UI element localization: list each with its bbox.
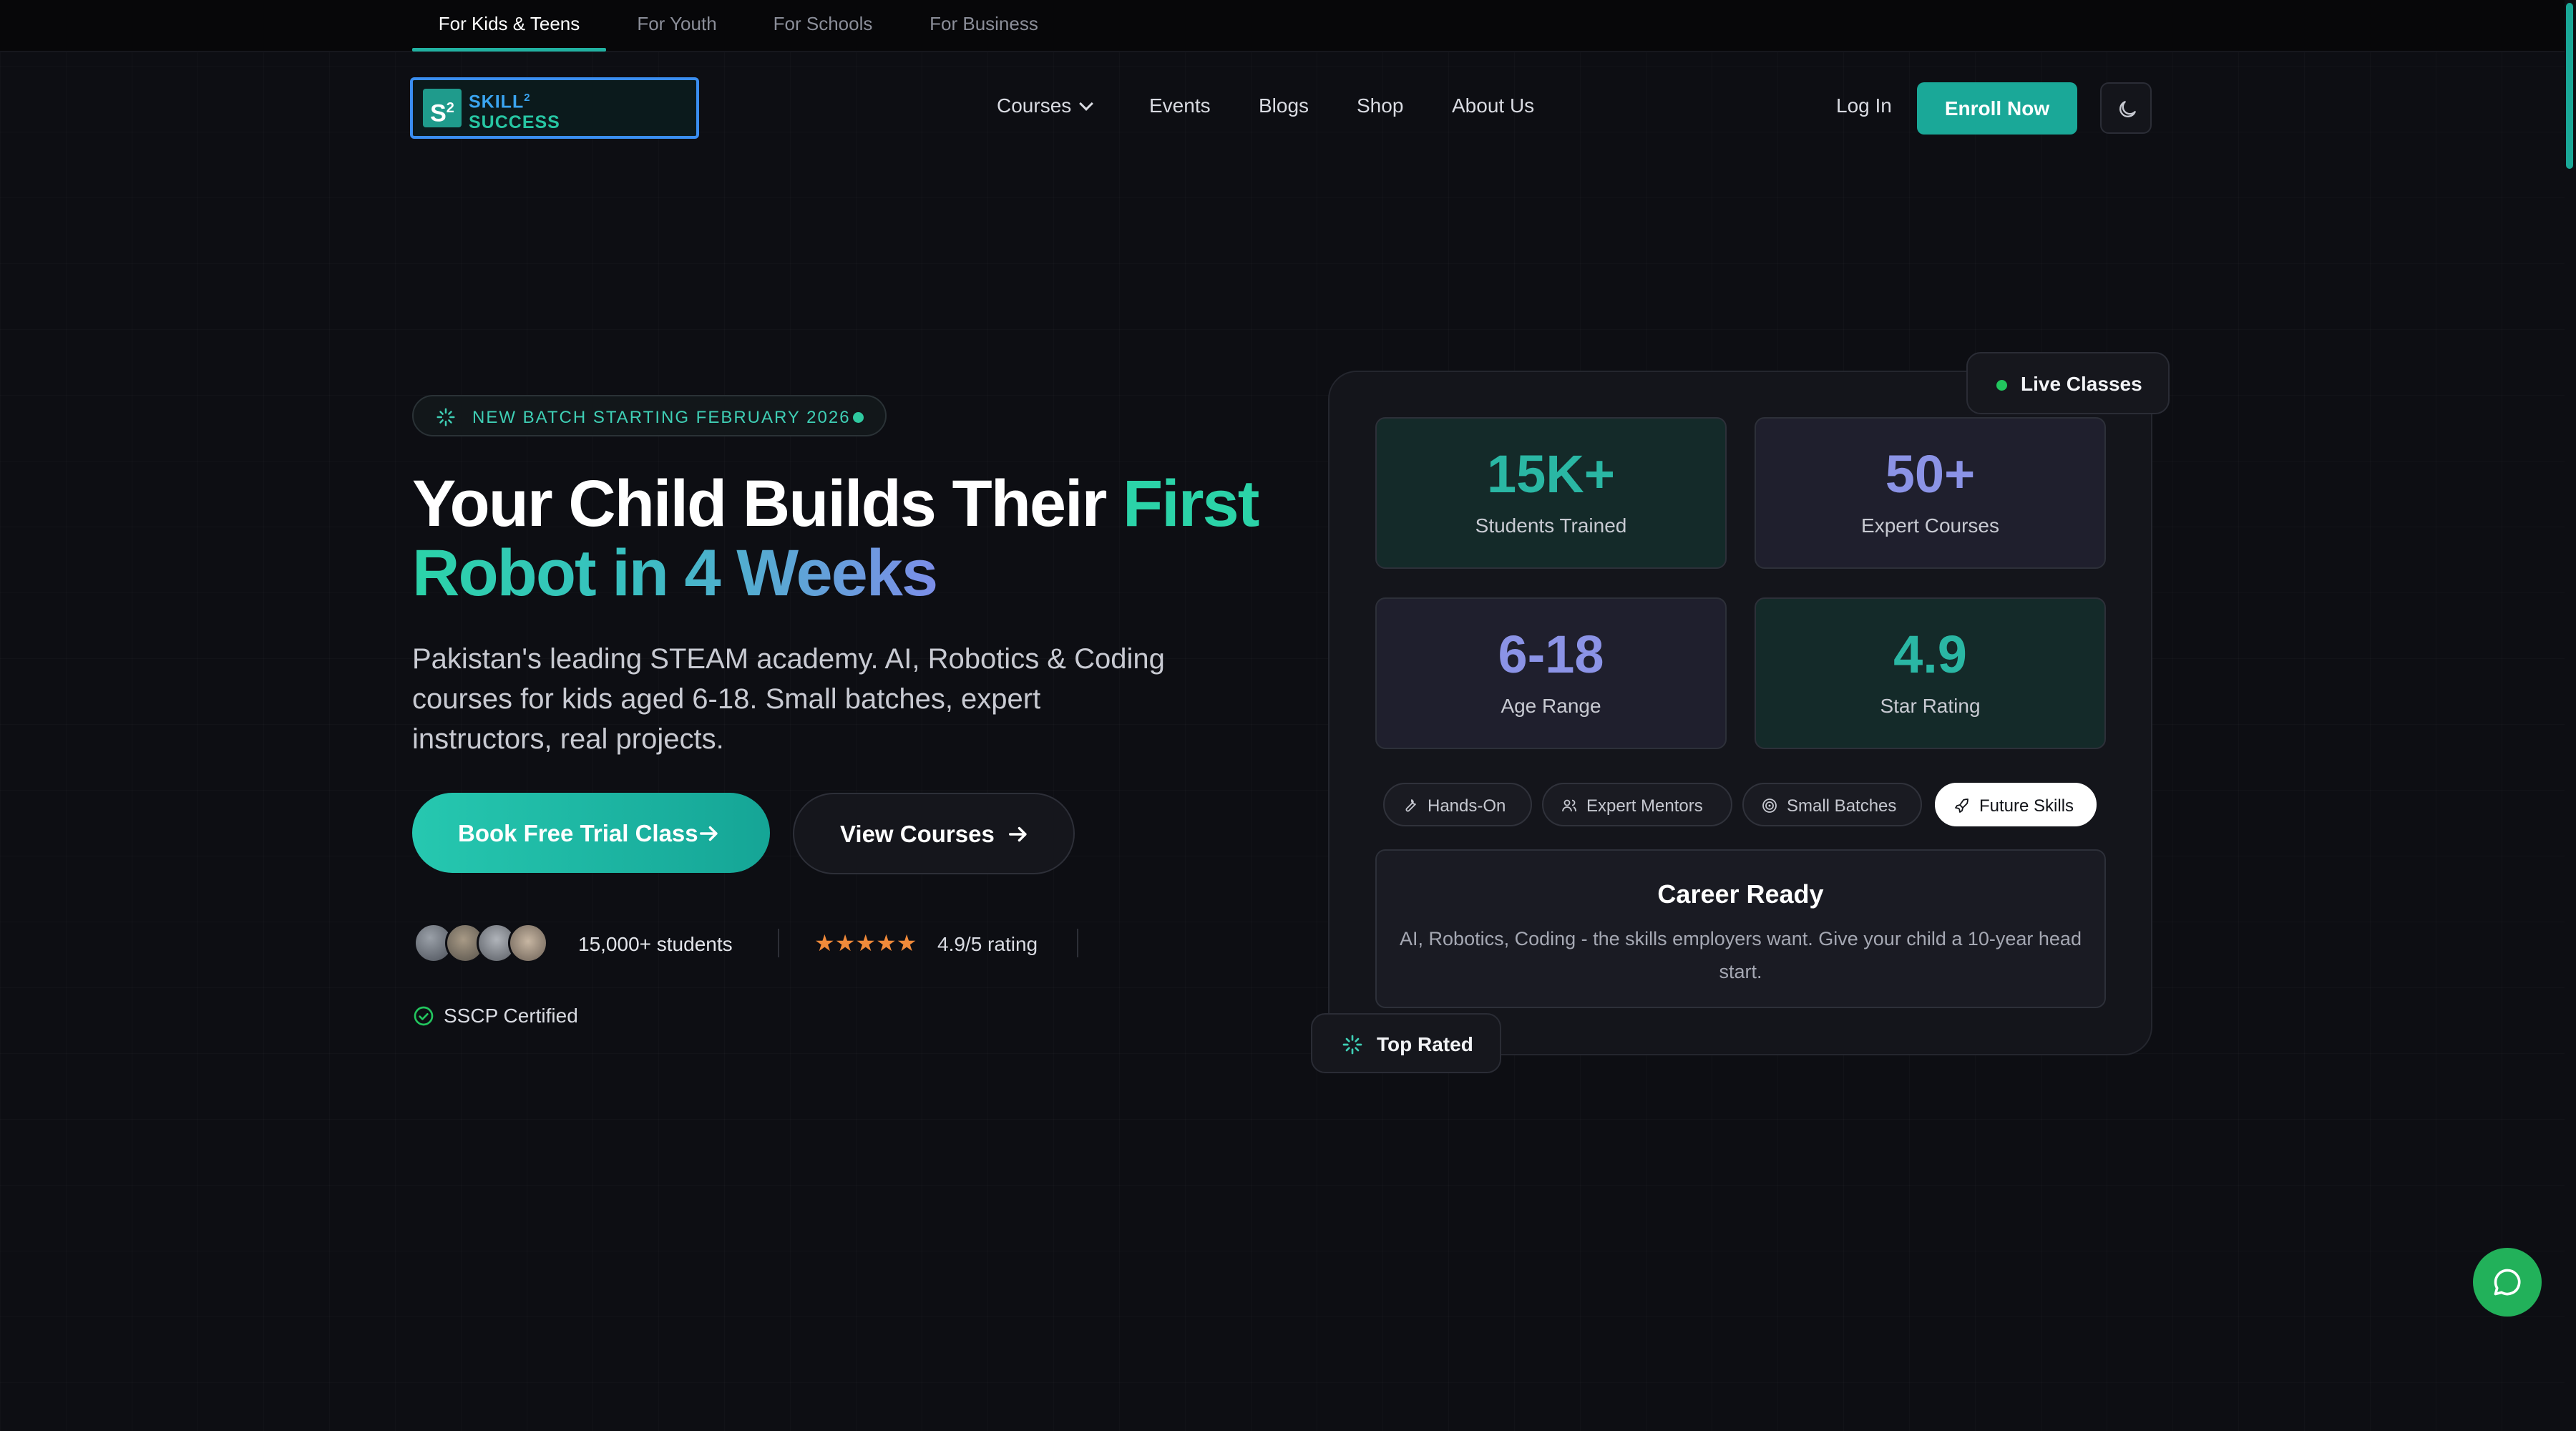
career-title: Career Ready [1657, 879, 1824, 909]
chip-future-skills[interactable]: Future Skills [1935, 783, 2097, 826]
arrow-right-icon [699, 826, 718, 841]
badge-dot [853, 412, 864, 423]
scrollbar-track[interactable] [2565, 0, 2576, 1431]
star-icon: ★ [834, 930, 856, 956]
new-batch-badge: NEW BATCH STARTING FEBRUARY 2026 [412, 395, 887, 436]
arrow-right-icon [1008, 826, 1027, 842]
grid-background [0, 0, 2576, 1431]
stat-value: 15K+ [1487, 444, 1615, 504]
career-description: AI, Robotics, Coding - the skills employ… [1400, 928, 2082, 982]
sparkle-icon [1342, 1035, 1362, 1055]
star-icon: ★ [855, 930, 877, 956]
avatar [508, 923, 548, 963]
chat-bubble-icon [2494, 1269, 2521, 1296]
chip-label: Small Batches [1787, 796, 1897, 816]
badge-text: NEW BATCH STARTING FEBRUARY 2026 [472, 408, 851, 427]
active-tab-indicator [412, 48, 606, 52]
stat-tile-students: 15K+ Students Trained [1375, 417, 1727, 569]
scrollbar-thumb[interactable] [2566, 3, 2573, 169]
chip-hands-on[interactable]: Hands-On [1383, 783, 1532, 826]
star-icon: ★ [876, 930, 897, 956]
student-avatars [414, 923, 557, 964]
nav-blogs[interactable]: Blogs [1259, 94, 1309, 117]
certified-label: SSCP Certified [444, 1005, 578, 1027]
rocket-icon [1955, 798, 1968, 813]
nav-events[interactable]: Events [1149, 94, 1211, 117]
view-courses-button[interactable]: View Courses [793, 793, 1075, 874]
rating-text: 4.9/5 rating [937, 933, 1038, 955]
live-classes-label: Live Classes [2021, 373, 2142, 395]
star-icon: ★ [814, 930, 835, 956]
star-icon: ★ [896, 930, 917, 956]
users-icon [1562, 799, 1576, 812]
chip-label: Expert Mentors [1586, 796, 1703, 816]
chat-button[interactable] [2473, 1248, 2542, 1317]
stat-label: Star Rating [1880, 695, 1981, 717]
audience-tab-business[interactable]: For Business [916, 0, 1052, 51]
chip-label: Hands-On [1428, 796, 1506, 816]
secondary-cta-label: View Courses [840, 821, 995, 847]
stat-value: 50+ [1885, 444, 1976, 504]
wrench-icon [1405, 799, 1416, 812]
stat-label: Age Range [1501, 695, 1601, 717]
hero-subtext: Pakistan's leading STEAM academy. AI, Ro… [412, 643, 1165, 755]
nav-about-us[interactable]: About Us [1452, 94, 1534, 117]
stat-tile-courses: 50+ Expert Courses [1755, 417, 2106, 569]
audience-bar: For Kids & Teens For Youth For Schools F… [0, 0, 2576, 52]
live-indicator-dot [1996, 380, 2007, 391]
stat-value: 6-18 [1498, 625, 1604, 684]
stat-value: 4.9 [1893, 625, 1967, 684]
chip-expert-mentors[interactable]: Expert Mentors [1542, 783, 1732, 826]
top-rated-label: Top Rated [1377, 1033, 1473, 1055]
stat-tile-age-range: 6-18 Age Range [1375, 597, 1727, 749]
stat-label: Expert Courses [1861, 514, 1999, 537]
audience-tab-kids[interactable]: For Kids & Teens [412, 0, 606, 51]
theme-toggle-button[interactable] [2100, 82, 2152, 134]
enroll-now-button[interactable]: Enroll Now [1917, 82, 2077, 135]
login-link[interactable]: Log In [1836, 94, 1892, 117]
live-classes-pill: Live Classes [1966, 352, 2170, 414]
check-circle-icon [414, 1006, 434, 1026]
nav-shop[interactable]: Shop [1357, 94, 1403, 117]
students-count: 15,000+ students [578, 933, 733, 955]
rating-stars: ★★★★★ [814, 932, 917, 954]
audience-tab-schools[interactable]: For Schools [758, 0, 887, 51]
primary-cta-label: Book Free Trial Class [458, 820, 698, 846]
chip-label: Future Skills [1979, 796, 2074, 816]
career-ready-panel: Career Ready AI, Robotics, Coding - the … [1375, 849, 2106, 1008]
audience-tab-youth[interactable]: For Youth [620, 0, 734, 51]
chip-small-batches[interactable]: Small Batches [1742, 783, 1922, 826]
moon-icon [2119, 101, 2136, 117]
stat-label: Students Trained [1475, 514, 1627, 537]
sparkle-icon [436, 408, 455, 426]
hero-headline: Your Child Builds Their First Robot in 4… [412, 467, 1259, 610]
stat-tile-rating: 4.9 Star Rating [1755, 597, 2106, 749]
divider [1077, 929, 1078, 957]
site-logo[interactable]: S2 SKILL2 SUCCESS [410, 77, 699, 139]
top-rated-pill: Top Rated [1311, 1013, 1501, 1073]
chevron-down-icon [1079, 97, 1094, 111]
book-free-trial-button[interactable]: Book Free Trial Class [412, 793, 770, 873]
target-icon [1762, 798, 1777, 813]
logo-wordmark: SKILL2 SUCCESS [469, 92, 560, 133]
logo-mark: S2 [423, 89, 462, 127]
nav-courses[interactable]: Courses [997, 94, 1094, 117]
divider [778, 929, 779, 957]
